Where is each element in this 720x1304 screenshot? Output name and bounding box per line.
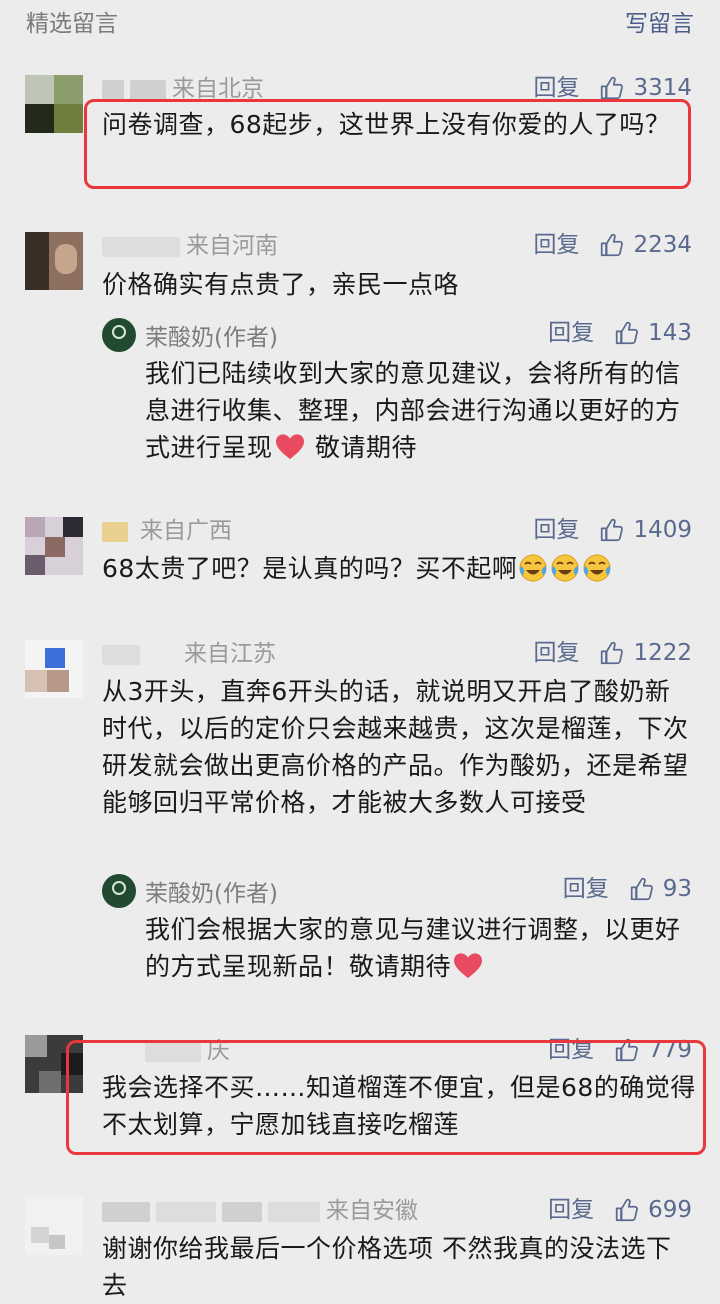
author-reply-tail: 敬请期待 [314,433,417,462]
reply-button[interactable]: 回复 [548,1034,594,1066]
comment-actions: 回复 3314 [533,72,692,104]
heart-emoji-icon [453,952,483,980]
like-count: 2234 [633,232,692,258]
like-button[interactable]: 93 [629,873,692,905]
avatar[interactable] [25,640,83,698]
comment-text: 谢谢你给我最后一个价格选项 不然我真的没法选下去 [102,1234,672,1300]
reply-button[interactable]: 回复 [563,873,609,905]
like-button[interactable]: 779 [614,1034,692,1066]
avatar[interactable] [25,1035,83,1093]
tears-of-joy-icon [550,553,580,583]
like-button[interactable]: 699 [614,1194,692,1226]
avatar[interactable] [25,75,83,133]
comment-location: 来自广西 [140,518,232,544]
comment-location: 来自河南 [186,233,278,259]
comment-actions: 回复 779 [548,1034,692,1066]
comment-text: 我会选择不买……知道榴莲不便宜，但是68的确觉得不太划算，宁愿加钱直接吃榴莲 [102,1073,696,1139]
thumbs-up-icon [599,75,625,101]
like-button[interactable]: 143 [614,317,692,349]
comment-text: 从3开头，直奔6开头的话，就说明又开启了酸奶新时代，以后的定价只会越来越贵，这次… [102,677,689,817]
tears-of-joy-icon [518,553,548,583]
like-count: 779 [648,1037,692,1063]
author-avatar[interactable] [102,874,136,908]
like-count: 1222 [633,640,692,666]
author-name: 茉酸奶(作者) [145,881,278,907]
comment-actions: 回复 1409 [533,514,692,546]
comment-actions: 回复 2234 [533,229,692,261]
nickname: 来自河南 [102,231,278,261]
tears-of-joy-icon [582,553,612,583]
avatar[interactable] [25,517,83,575]
author-reply-text: 我们已陆续收到大家的意见建议，会将所有的信息进行收集、整理，内部会进行沟通以更好… [145,355,693,466]
like-button[interactable]: 1222 [599,637,692,669]
nickname: 来自北京 [102,74,264,104]
comment-text: 68太贵了吧？是认真的吗？买不起啊 [102,550,692,587]
author-avatar[interactable] [102,318,136,352]
nickname: 庆 [145,1036,230,1066]
reply-button[interactable]: 回复 [533,514,579,546]
author-reply-actions: 回复 143 [548,317,692,349]
like-count: 143 [648,320,692,346]
author-name: 茉酸奶(作者) [145,325,278,351]
comment-body: 68太贵了吧？是认真的吗？买不起啊 [102,554,518,583]
like-button[interactable]: 3314 [599,72,692,104]
nickname: 来自广西 [102,516,232,546]
avatar[interactable] [25,232,83,290]
comment-location: 来自江苏 [184,641,276,667]
thumbs-up-icon [599,232,625,258]
author-reply-text: 我们会根据大家的意见与建议进行调整，以更好的方式呈现新品！敬请期待 [145,911,693,985]
comment-actions: 回复 1222 [533,637,692,669]
like-count: 93 [662,876,692,902]
comment-text: 问卷调查，68起步，这世界上没有你爱的人了吗？ [102,110,671,139]
thumbs-up-icon [629,876,655,902]
comment-location: 来自北京 [172,76,264,102]
author-reply-body: 我们会根据大家的意见与建议进行调整，以更好的方式呈现新品！敬请期待 [145,915,681,981]
thumbs-up-icon [599,640,625,666]
thumbs-up-icon [614,320,640,346]
comment-location: 庆 [207,1038,230,1064]
reply-button[interactable]: 回复 [533,72,579,104]
author-reply-actions: 回复 93 [563,873,692,905]
avatar[interactable] [25,1197,83,1255]
reply-button[interactable]: 回复 [548,317,594,349]
like-button[interactable]: 1409 [599,514,692,546]
like-count: 1409 [633,517,692,543]
comment-location: 来自安徽 [326,1198,418,1224]
reply-button[interactable]: 回复 [533,637,579,669]
like-count: 699 [648,1197,692,1223]
like-count: 3314 [633,75,692,101]
comment-text: 价格确实有点贵了，亲民一点咯 [102,270,460,299]
heart-emoji-icon [275,433,305,461]
reply-button[interactable]: 回复 [548,1194,594,1226]
section-title: 精选留言 [26,11,118,37]
write-comment-button[interactable]: 写留言 [625,4,694,38]
like-button[interactable]: 2234 [599,229,692,261]
comment-actions: 回复 699 [548,1194,692,1226]
nickname: 来自江苏 [102,639,276,669]
reply-button[interactable]: 回复 [533,229,579,261]
nickname: 来自安徽 [102,1196,418,1226]
thumbs-up-icon [614,1197,640,1223]
thumbs-up-icon [599,517,625,543]
thumbs-up-icon [614,1037,640,1063]
